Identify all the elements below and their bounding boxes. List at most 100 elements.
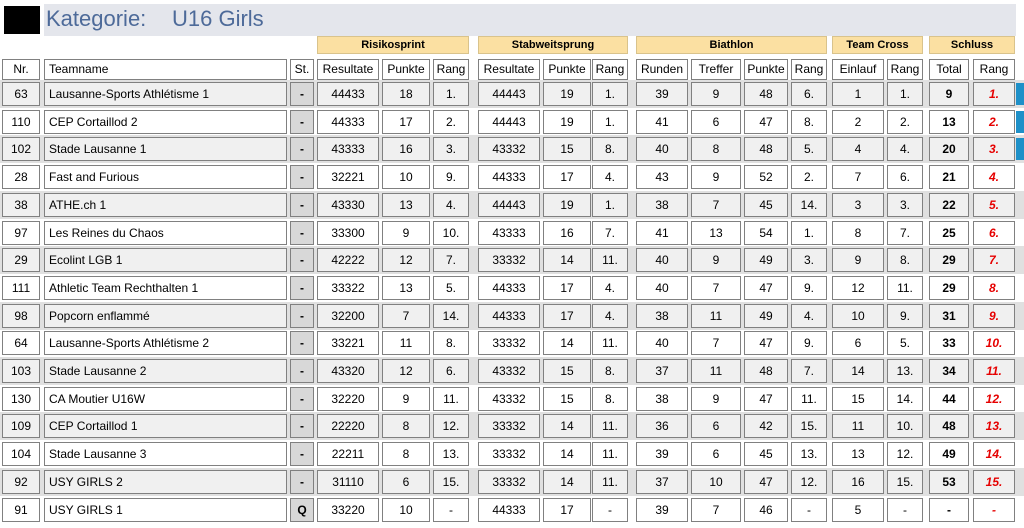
cell-stab-punkte: 14: [543, 248, 591, 272]
col-header-biathlon-punkte: Punkte: [744, 59, 788, 80]
cell-stab-rang: 1.: [592, 82, 628, 106]
col-header-cross-rang: Rang: [887, 59, 923, 80]
group-header-team-cross: Team Cross: [832, 36, 923, 54]
cell-risiko-resultate: 31110: [317, 470, 379, 494]
cell-stab-punkte: 15: [543, 387, 591, 411]
group-header-biathlon: Biathlon: [636, 36, 827, 54]
cell-biathlon-treffer: 8: [691, 137, 741, 161]
cell-risiko-rang: 3.: [433, 137, 469, 161]
cell-schluss-rang: 5.: [973, 193, 1015, 217]
cell-stab-punkte: 15: [543, 359, 591, 383]
cell-schluss-rang: 10.: [973, 331, 1015, 355]
cell-biathlon-treffer: 7: [691, 276, 741, 300]
cell-risiko-rang: 1.: [433, 82, 469, 106]
cell-stab-rang: 7.: [592, 221, 628, 245]
cell-biathlon-punkte: 45: [744, 193, 788, 217]
cell-status: -: [290, 331, 314, 355]
cell-stab-punkte: 17: [543, 276, 591, 300]
cell-status: -: [290, 248, 314, 272]
cell-biathlon-punkte: 47: [744, 110, 788, 134]
cell-risiko-resultate: 32221: [317, 165, 379, 189]
cell-nr: 110: [2, 110, 40, 134]
cell-teamname: CEP Cortaillod 2: [44, 110, 287, 134]
cell-risiko-punkte: 13: [382, 193, 430, 217]
cell-biathlon-runden: 38: [636, 387, 688, 411]
cell-risiko-rang: 8.: [433, 331, 469, 355]
cell-schluss-total: 22: [929, 193, 969, 217]
cell-teamname: Les Reines du Chaos: [44, 221, 287, 245]
cell-status: -: [290, 82, 314, 106]
cell-biathlon-punkte: 45: [744, 442, 788, 466]
cell-risiko-rang: 10.: [433, 221, 469, 245]
cell-stab-resultate: 44443: [478, 110, 540, 134]
row-marker: [1016, 138, 1024, 160]
group-header-stabweitsprung: Stabweitsprung: [478, 36, 628, 54]
cell-biathlon-rang: 6.: [791, 82, 827, 106]
cell-nr: 28: [2, 165, 40, 189]
cell-stab-punkte: 19: [543, 82, 591, 106]
cell-biathlon-treffer: 13: [691, 221, 741, 245]
cell-stab-resultate: 44333: [478, 165, 540, 189]
cell-stab-rang: 4.: [592, 276, 628, 300]
cell-risiko-rang: 13.: [433, 442, 469, 466]
cell-stab-rang: 8.: [592, 137, 628, 161]
cell-teamname: Ecolint LGB 1: [44, 248, 287, 272]
cell-nr: 38: [2, 193, 40, 217]
cell-risiko-punkte: 17: [382, 110, 430, 134]
cell-stab-rang: 4.: [592, 304, 628, 328]
cell-status: -: [290, 110, 314, 134]
cell-biathlon-rang: 4.: [791, 304, 827, 328]
cell-biathlon-rang: 11.: [791, 387, 827, 411]
cell-risiko-resultate: 44333: [317, 110, 379, 134]
cell-risiko-resultate: 22211: [317, 442, 379, 466]
cell-teamname: Athletic Team Rechthalten 1: [44, 276, 287, 300]
cell-teamname: Popcorn enflammé: [44, 304, 287, 328]
cell-nr: 91: [2, 498, 40, 522]
cell-cross-rang: 13.: [887, 359, 923, 383]
col-header-status: St.: [290, 59, 314, 80]
cell-nr: 97: [2, 221, 40, 245]
cell-biathlon-punkte: 49: [744, 248, 788, 272]
cell-nr: 63: [2, 82, 40, 106]
cell-nr: 103: [2, 359, 40, 383]
cell-biathlon-treffer: 7: [691, 498, 741, 522]
cell-biathlon-treffer: 6: [691, 110, 741, 134]
cell-stab-resultate: 33332: [478, 248, 540, 272]
cell-biathlon-rang: 2.: [791, 165, 827, 189]
cell-risiko-rang: 12.: [433, 414, 469, 438]
category-label: Kategorie:: [46, 6, 147, 31]
cell-cross-rang: 14.: [887, 387, 923, 411]
cell-biathlon-treffer: 9: [691, 387, 741, 411]
cell-stab-resultate: 44333: [478, 498, 540, 522]
cell-biathlon-punkte: 52: [744, 165, 788, 189]
cell-stab-rang: 11.: [592, 331, 628, 355]
col-header-cross-einlauf: Einlauf: [832, 59, 884, 80]
cell-schluss-total: 25: [929, 221, 969, 245]
cell-biathlon-runden: 39: [636, 442, 688, 466]
cell-biathlon-rang: 13.: [791, 442, 827, 466]
cell-cross-rang: 9.: [887, 304, 923, 328]
col-header-stab-rang: Rang: [592, 59, 628, 80]
cell-biathlon-punkte: 54: [744, 221, 788, 245]
row-marker: [1016, 83, 1024, 105]
cell-risiko-punkte: 7: [382, 304, 430, 328]
cell-nr: 102: [2, 137, 40, 161]
cell-status: -: [290, 470, 314, 494]
cell-biathlon-rang: 1.: [791, 221, 827, 245]
cell-stab-resultate: 33332: [478, 470, 540, 494]
cell-stab-rang: -: [592, 498, 628, 522]
cell-risiko-punkte: 9: [382, 387, 430, 411]
cell-stab-punkte: 14: [543, 414, 591, 438]
cell-biathlon-rang: 8.: [791, 110, 827, 134]
cell-cross-rang: 10.: [887, 414, 923, 438]
cell-teamname: Stade Lausanne 3: [44, 442, 287, 466]
cell-risiko-resultate: 43320: [317, 359, 379, 383]
cell-risiko-resultate: 33220: [317, 498, 379, 522]
cell-biathlon-treffer: 7: [691, 331, 741, 355]
cell-risiko-rang: 5.: [433, 276, 469, 300]
cell-schluss-rang: 12.: [973, 387, 1015, 411]
cell-stab-rang: 11.: [592, 470, 628, 494]
cell-stab-resultate: 44443: [478, 193, 540, 217]
cell-risiko-rang: 15.: [433, 470, 469, 494]
col-header-risiko-punkte: Punkte: [382, 59, 430, 80]
